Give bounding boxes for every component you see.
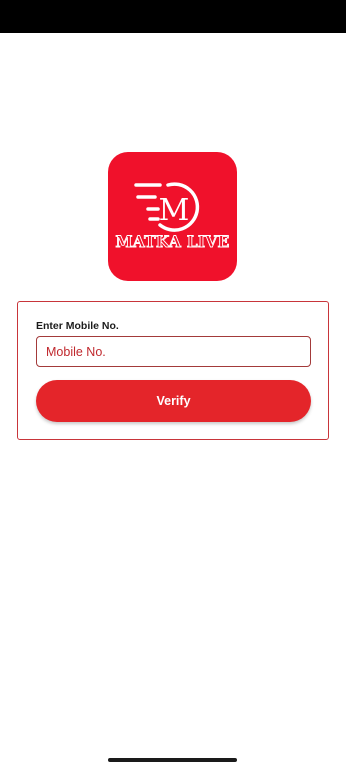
mobile-field-label: Enter Mobile No. <box>36 320 119 332</box>
home-indicator[interactable] <box>108 758 237 762</box>
logo-letter: M <box>159 193 190 228</box>
verify-button[interactable]: Verify <box>36 380 311 422</box>
login-card: Enter Mobile No. Verify <box>17 301 329 440</box>
app-logo: M MATKA LIVE <box>108 152 237 281</box>
brand-name: MATKA LIVE <box>115 232 230 252</box>
status-bar <box>0 0 346 33</box>
speed-m-icon: M <box>134 182 200 232</box>
mobile-number-input[interactable] <box>36 336 311 367</box>
